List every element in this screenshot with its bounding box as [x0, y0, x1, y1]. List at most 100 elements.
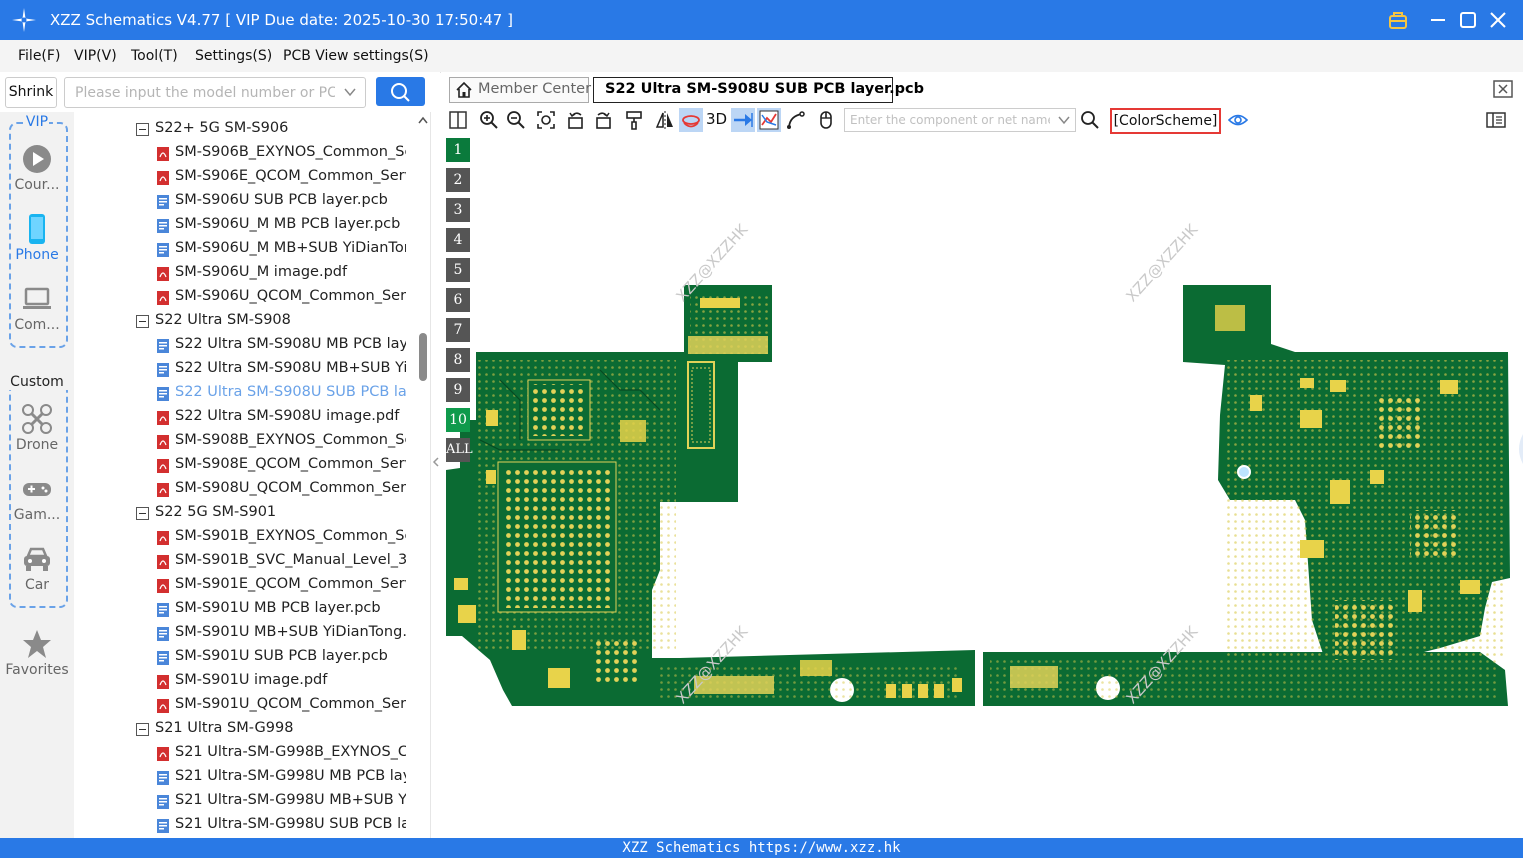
tree-group[interactable]: S22 Ultra SM-S908	[136, 310, 406, 334]
chevron-down-icon[interactable]	[343, 85, 357, 99]
expand-right-handle-icon[interactable]	[1515, 434, 1523, 464]
menu-settings[interactable]: Settings(S)	[195, 48, 272, 64]
menu-vip[interactable]: VIP(V)	[74, 48, 117, 64]
tree-file-item[interactable]: SM-S901B_EXYNOS_Common_Serv	[156, 526, 406, 550]
tree-file-item[interactable]: SM-S908B_EXYNOS_Common_Serv	[156, 430, 406, 454]
tree-file-item[interactable]: SM-S901B_SVC_Manual_Level_3_Re	[156, 550, 406, 574]
collapse-left-icon[interactable]	[432, 457, 440, 467]
split-view-button[interactable]	[446, 108, 470, 132]
mirror-button[interactable]	[653, 108, 677, 132]
menu-pcb-view-settings[interactable]: PCB View settings(S)	[283, 48, 429, 64]
home-icon	[456, 81, 472, 98]
layer-button-3[interactable]: 3	[446, 198, 470, 222]
tree-file-item[interactable]: SM-S906U_M MB PCB layer.pcb	[156, 214, 406, 238]
tree-file-item[interactable]: SM-S901U_QCOM_Common_Servic	[156, 694, 406, 718]
tree-file-item[interactable]: S22 Ultra SM-S908U SUB PCB layer	[156, 382, 406, 406]
pcb-board-view[interactable]	[441, 134, 1523, 838]
tree-file-item[interactable]: SM-S906U_QCOM_Common_Servic	[156, 286, 406, 310]
format-painter-button[interactable]	[622, 108, 646, 132]
sidebar-item-drone[interactable]: Drone	[0, 404, 74, 454]
collapse-toggle-icon[interactable]	[136, 315, 149, 328]
pcb-canvas[interactable]: XZZ@XZZHK XZZ@XZZHK XZZ@XZZHK XZZ@XZZHK	[441, 134, 1523, 838]
tree-file-item[interactable]: S22 Ultra SM-S908U MB PCB layer.	[156, 334, 406, 358]
layer-button-5[interactable]: 5	[446, 258, 470, 282]
layer-button-7[interactable]: 7	[446, 318, 470, 342]
tree-file-item[interactable]: SM-S906U_M MB+SUB YiDianTong	[156, 238, 406, 262]
visibility-button[interactable]	[1226, 108, 1250, 132]
tree-file-item[interactable]: S21 Ultra-SM-G998U MB PCB layer	[156, 766, 406, 790]
collapse-toggle-icon[interactable]	[136, 507, 149, 520]
tree-file-item[interactable]: S21 Ultra-SM-G998U SUB PCB laye	[156, 814, 406, 838]
tree-file-item[interactable]: SM-S901U image.pdf	[156, 670, 406, 694]
tree-file-item[interactable]: S21 Ultra-SM-G998U MB+SUB YiDi	[156, 790, 406, 814]
tree-group[interactable]: S22+ 5G SM-S906	[136, 118, 406, 142]
pin-direction-button[interactable]	[731, 108, 755, 132]
play-icon	[23, 145, 51, 173]
menu-file[interactable]: File(F)	[18, 48, 60, 64]
sidebar-item-game[interactable]: Gam...	[0, 474, 74, 524]
layer-button-2[interactable]: 2	[446, 168, 470, 192]
sidebar-item-favorites[interactable]: Favorites	[0, 629, 74, 679]
layer-button-4[interactable]: 4	[446, 228, 470, 252]
component-search-field[interactable]	[844, 108, 1076, 132]
tree-scrollbar[interactable]	[416, 112, 430, 838]
model-search-input[interactable]	[73, 78, 337, 107]
sidebar-item-courses[interactable]: Cour...	[0, 144, 74, 194]
tree-scrollbar-thumb[interactable]	[419, 333, 427, 381]
tree-file-item[interactable]: SM-S906U SUB PCB layer.pcb	[156, 190, 406, 214]
tree-file-item[interactable]: SM-S901E_QCOM_Common_Servic	[156, 574, 406, 598]
tree-file-item[interactable]: S21 Ultra-SM-G998B_EXYNOS_Com	[156, 742, 406, 766]
flip-view-button[interactable]	[679, 108, 703, 132]
tree-file-item[interactable]: SM-S908U_QCOM_Common_Servic	[156, 478, 406, 502]
tree-file-item[interactable]: SM-S906U_M image.pdf	[156, 262, 406, 286]
close-icon[interactable]	[1486, 8, 1510, 32]
model-search-field[interactable]	[64, 77, 366, 108]
fit-view-button[interactable]	[534, 108, 558, 132]
collapse-toggle-icon[interactable]	[136, 123, 149, 136]
tree-file-item[interactable]: SM-S901U MB PCB layer.pcb	[156, 598, 406, 622]
component-search-input[interactable]	[848, 109, 1052, 131]
vip-bag-icon[interactable]	[1386, 8, 1410, 32]
zoom-in-button[interactable]	[477, 108, 501, 132]
tree-group[interactable]: S22 5G SM-S901	[136, 502, 406, 526]
tree-file-item[interactable]: S22 Ultra SM-S908U MB+SUB YiDi	[156, 358, 406, 382]
side-panel-toggle-button[interactable]	[1484, 108, 1508, 132]
tree-file-item[interactable]: SM-S906B_EXYNOS_Common_Serv	[156, 142, 406, 166]
tree-file-item[interactable]: SM-S908E_QCOM_Common_Servic	[156, 454, 406, 478]
rotate-right-button[interactable]	[591, 108, 615, 132]
tree-file-item[interactable]: SM-S901U SUB PCB layer.pcb	[156, 646, 406, 670]
measure-button[interactable]	[784, 108, 808, 132]
menu-tool[interactable]: Tool(T)	[131, 48, 178, 64]
sidebar-item-phone[interactable]: Phone	[0, 214, 74, 264]
chevron-down-icon[interactable]	[1057, 113, 1071, 127]
layer-button-9[interactable]: 9	[446, 378, 470, 402]
pcb-file-icon	[157, 219, 169, 233]
net-highlight-button[interactable]	[757, 108, 781, 132]
tree-file-item[interactable]: SM-S906E_QCOM_Common_Servic	[156, 166, 406, 190]
zoom-out-button[interactable]	[504, 108, 528, 132]
sidebar-item-computer[interactable]: Com...	[0, 284, 74, 334]
colorscheme-button[interactable]: [ColorScheme]	[1110, 108, 1221, 134]
3d-view-button[interactable]: 3D	[706, 110, 727, 128]
tab-active-pcb[interactable]: S22 Ultra SM-S908U SUB PCB layer.pcb	[593, 77, 924, 103]
layer-button-all[interactable]: ALL	[446, 438, 473, 462]
scroll-up-icon[interactable]	[418, 116, 428, 124]
tree-file-item[interactable]: S22 Ultra SM-S908U image.pdf	[156, 406, 406, 430]
layer-button-10[interactable]: 10	[446, 408, 470, 432]
tree-group[interactable]: S21 Ultra SM-G998	[136, 718, 406, 742]
collapse-toggle-icon[interactable]	[136, 723, 149, 736]
tab-member-center[interactable]: Member Center	[449, 77, 591, 103]
minimize-icon[interactable]	[1426, 8, 1450, 32]
shrink-button[interactable]: Shrink	[5, 77, 57, 108]
tree-file-item[interactable]: SM-S901U MB+SUB YiDianTong.p	[156, 622, 406, 646]
layer-button-8[interactable]: 8	[446, 348, 470, 372]
component-search-button[interactable]	[1078, 108, 1102, 132]
layer-button-6[interactable]: 6	[446, 288, 470, 312]
mouse-mode-button[interactable]	[814, 108, 838, 132]
layer-button-1[interactable]: 1	[446, 138, 470, 162]
sidebar-item-car[interactable]: Car	[0, 544, 74, 594]
maximize-icon[interactable]	[1456, 8, 1480, 32]
close-all-tabs-icon[interactable]	[1493, 80, 1513, 98]
search-button[interactable]	[376, 77, 425, 106]
rotate-left-button[interactable]	[564, 108, 588, 132]
